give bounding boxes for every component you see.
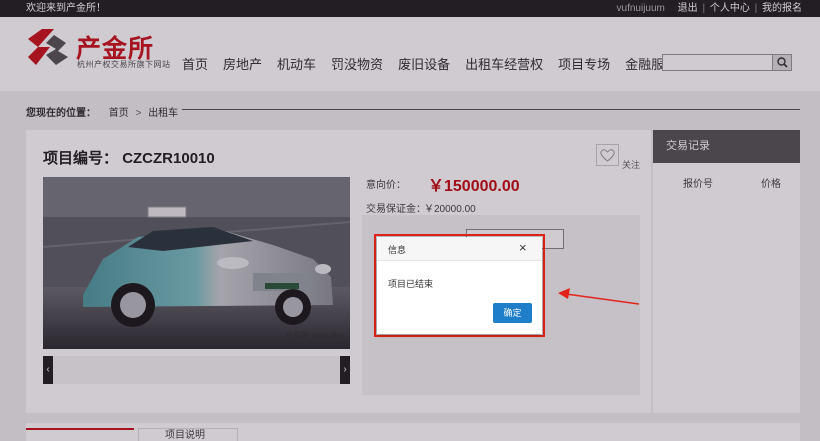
dialog-title: 信息: [388, 245, 407, 255]
dialog-message: 项目已结束: [388, 279, 434, 289]
info-dialog: 信息 × 项目已结束 确定: [377, 237, 542, 334]
dialog-header: 信息 ×: [377, 237, 542, 261]
close-icon[interactable]: ×: [519, 240, 527, 255]
confirm-button[interactable]: 确定: [493, 303, 532, 323]
modal-overlay: [0, 0, 820, 441]
annotation-arrow-icon: [558, 288, 640, 305]
